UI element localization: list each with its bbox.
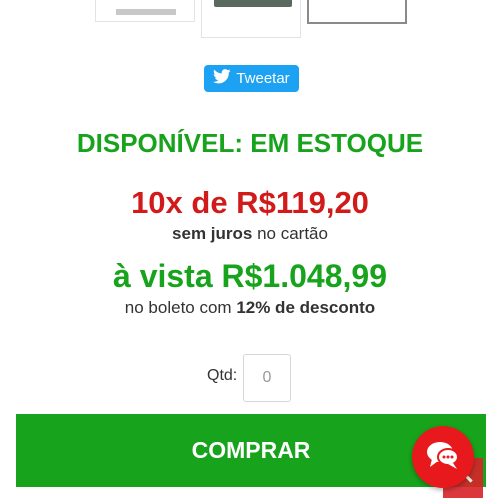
quantity-input[interactable] [243,354,291,402]
product-thumbnail[interactable] [201,0,301,38]
discount-label: 12% de desconto [236,298,376,317]
chat-bubbles-icon [426,440,460,475]
card-label: no cartão [252,224,328,243]
tweet-button[interactable]: Tweetar [204,65,299,92]
product-thumbnail-selected[interactable] [307,0,407,24]
installment-price: 10x de R$119,20 [131,185,369,220]
interest-free-label: sem juros [172,224,253,243]
cash-price: à vista R$1.048,99 [113,258,387,294]
chat-widget-button[interactable] [412,426,474,488]
boleto-prefix: no boleto com [124,298,237,317]
installment-terms: sem juros no cartão [0,224,500,244]
availability-status: DISPONÍVEL: EM ESTOQUE [76,128,424,158]
product-gallery [0,0,500,40]
boleto-terms: no boleto com 12% de desconto [0,298,500,318]
product-thumbnail[interactable] [95,0,195,22]
twitter-bird-icon [213,69,232,88]
tweet-button-label: Tweetar [236,70,290,87]
quantity-label: Qtd: [207,367,238,384]
